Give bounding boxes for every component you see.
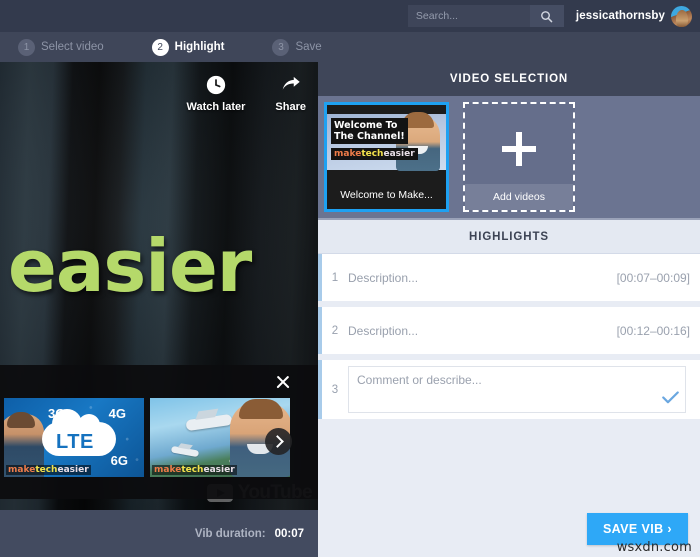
step-label: Save <box>295 41 321 53</box>
clock-icon <box>205 74 227 96</box>
brand-logo: maketecheasier <box>152 465 237 475</box>
user-name: jessicathornsby <box>576 10 665 22</box>
share-button[interactable]: Share <box>275 74 306 113</box>
vib-duration-label: Vib duration: <box>195 528 266 540</box>
thumbnail-image: Welcome To The Channel! maketecheasier <box>327 105 446 187</box>
comment-box <box>348 366 686 413</box>
vib-duration-value: 00:07 <box>275 528 304 540</box>
share-arrow-icon <box>280 74 302 96</box>
close-icon[interactable] <box>274 373 292 391</box>
site-watermark: wsxdn.com <box>617 540 692 555</box>
table-row[interactable]: 2 Description... [00:12–00:16] <box>318 307 700 354</box>
confirm-comment-button[interactable] <box>662 391 679 409</box>
highlights-list: 1 Description... [00:07–00:09] 2 Descrip… <box>318 254 700 419</box>
brand-logo: maketecheasier <box>6 465 91 475</box>
thumbnail-caption: Welcome to Make... <box>327 181 446 209</box>
video-selection-body: Welcome To The Channel! maketecheasier W… <box>318 96 700 220</box>
highlight-timestamp: [00:07–00:09] <box>617 271 700 285</box>
add-videos-button[interactable]: Add videos <box>463 102 575 212</box>
thumbnail-title-line1: Welcome To <box>334 120 397 131</box>
video-selection-title: VIDEO SELECTION <box>318 62 700 96</box>
search-icon <box>540 10 553 23</box>
right-panel: VIDEO SELECTION Welcome To The Channel! … <box>318 62 700 557</box>
table-row-new[interactable]: 3 <box>318 360 700 419</box>
step-number: 2 <box>152 39 169 56</box>
step-save[interactable]: 3 Save <box>272 39 321 56</box>
right-panel-footer: SAVE VIB › wsxdn.com <box>318 500 700 557</box>
badge-6g: 6G <box>111 453 128 468</box>
search-input[interactable] <box>408 5 530 27</box>
highlight-timestamp: [00:12–00:16] <box>617 324 700 338</box>
thumbnail-title: Welcome To The Channel! <box>331 118 408 144</box>
top-header-bar: jessicathornsby <box>0 0 700 32</box>
end-cards-overlay: LTE 3G 4G 6G maketecheasier maketecheasi… <box>0 365 318 499</box>
thumbnail-title-line2: The Channel! <box>334 131 405 142</box>
video-duration-bar: Vib duration: 00:07 <box>0 510 318 557</box>
highlight-description[interactable]: Description... <box>348 324 617 338</box>
step-select-video[interactable]: 1 Select video <box>18 39 104 56</box>
search-button[interactable] <box>530 5 564 27</box>
badge-4g: 4G <box>109 406 126 421</box>
video-stage[interactable]: Watch later Share easier YouTube <box>0 62 318 510</box>
watch-later-label: Watch later <box>187 101 246 113</box>
step-highlight[interactable]: 2 Highlight <box>152 39 225 56</box>
end-card-lte[interactable]: LTE 3G 4G 6G maketecheasier <box>4 398 144 477</box>
video-player-panel[interactable]: Watch later Share easier YouTube <box>0 62 318 557</box>
highlight-index: 3 <box>322 384 348 396</box>
video-overlay-text: easier <box>8 230 251 302</box>
add-videos-label: Add videos <box>465 184 573 210</box>
user-menu[interactable]: jessicathornsby <box>576 6 692 27</box>
lte-label: LTE <box>56 431 94 454</box>
highlight-description[interactable]: Description... <box>348 271 617 285</box>
end-card-list: LTE 3G 4G 6G maketecheasier maketecheasi… <box>4 398 290 477</box>
highlights-title: HIGHLIGHTS <box>318 220 700 254</box>
app-root: jessicathornsby 1 Select video 2 Highlig… <box>0 0 700 557</box>
chevron-right-icon[interactable] <box>265 428 292 455</box>
search-container <box>408 5 564 27</box>
step-progress-bar: 1 Select video 2 Highlight 3 Save <box>0 32 700 62</box>
brand-logo: maketecheasier <box>331 148 418 160</box>
step-label: Select video <box>41 41 104 53</box>
step-label: Highlight <box>175 41 225 53</box>
table-row[interactable]: 1 Description... [00:07–00:09] <box>318 254 700 301</box>
step-number: 1 <box>18 39 35 56</box>
highlight-index: 2 <box>322 325 348 337</box>
plane-icon <box>185 414 232 431</box>
avatar[interactable] <box>671 6 692 27</box>
step-number: 3 <box>272 39 289 56</box>
comment-input[interactable] <box>349 367 685 393</box>
video-thumbnail-card[interactable]: Welcome To The Channel! maketecheasier W… <box>324 102 449 212</box>
player-actions: Watch later Share <box>187 74 306 113</box>
plus-icon <box>502 132 536 166</box>
badge-3g: 3G <box>48 406 65 421</box>
share-label: Share <box>275 101 306 113</box>
highlight-index: 1 <box>322 272 348 284</box>
watch-later-button[interactable]: Watch later <box>187 74 246 113</box>
check-icon <box>662 391 679 404</box>
plane-icon <box>171 446 199 457</box>
